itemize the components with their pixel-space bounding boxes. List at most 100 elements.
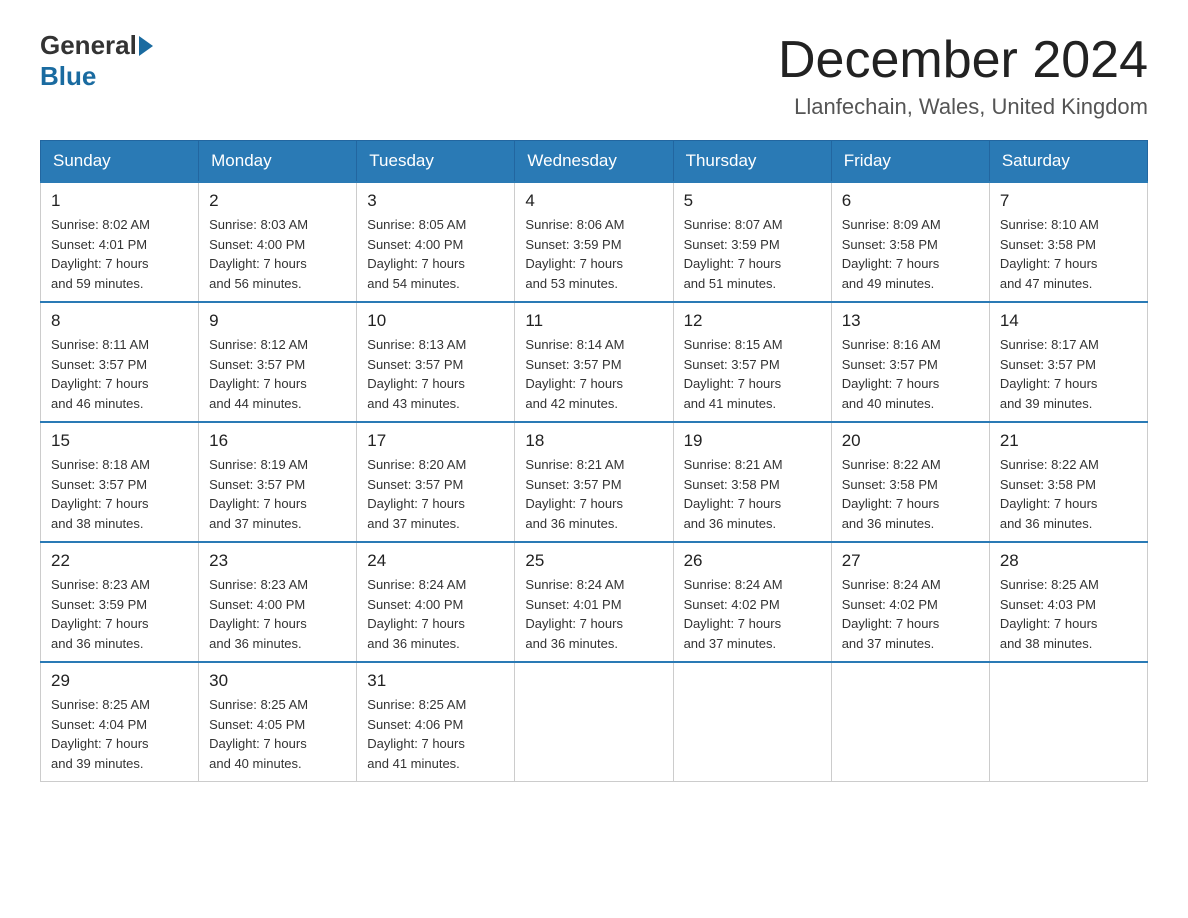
day-info: Sunrise: 8:03 AM Sunset: 4:00 PM Dayligh… xyxy=(209,215,346,293)
day-number: 29 xyxy=(51,671,188,691)
day-number: 26 xyxy=(684,551,821,571)
day-info: Sunrise: 8:22 AM Sunset: 3:58 PM Dayligh… xyxy=(842,455,979,533)
day-number: 25 xyxy=(525,551,662,571)
calendar-cell: 19 Sunrise: 8:21 AM Sunset: 3:58 PM Dayl… xyxy=(673,422,831,542)
calendar-cell: 8 Sunrise: 8:11 AM Sunset: 3:57 PM Dayli… xyxy=(41,302,199,422)
day-info: Sunrise: 8:09 AM Sunset: 3:58 PM Dayligh… xyxy=(842,215,979,293)
day-info: Sunrise: 8:06 AM Sunset: 3:59 PM Dayligh… xyxy=(525,215,662,293)
day-info: Sunrise: 8:22 AM Sunset: 3:58 PM Dayligh… xyxy=(1000,455,1137,533)
day-number: 24 xyxy=(367,551,504,571)
calendar-cell: 23 Sunrise: 8:23 AM Sunset: 4:00 PM Dayl… xyxy=(199,542,357,662)
day-info: Sunrise: 8:24 AM Sunset: 4:02 PM Dayligh… xyxy=(842,575,979,653)
day-info: Sunrise: 8:25 AM Sunset: 4:06 PM Dayligh… xyxy=(367,695,504,773)
logo-blue-text: Blue xyxy=(40,61,96,91)
day-info: Sunrise: 8:11 AM Sunset: 3:57 PM Dayligh… xyxy=(51,335,188,413)
day-info: Sunrise: 8:24 AM Sunset: 4:02 PM Dayligh… xyxy=(684,575,821,653)
calendar-cell: 4 Sunrise: 8:06 AM Sunset: 3:59 PM Dayli… xyxy=(515,182,673,302)
day-info: Sunrise: 8:17 AM Sunset: 3:57 PM Dayligh… xyxy=(1000,335,1137,413)
day-info: Sunrise: 8:14 AM Sunset: 3:57 PM Dayligh… xyxy=(525,335,662,413)
day-info: Sunrise: 8:25 AM Sunset: 4:05 PM Dayligh… xyxy=(209,695,346,773)
day-number: 11 xyxy=(525,311,662,331)
day-number: 4 xyxy=(525,191,662,211)
day-number: 20 xyxy=(842,431,979,451)
week-row: 1 Sunrise: 8:02 AM Sunset: 4:01 PM Dayli… xyxy=(41,182,1148,302)
calendar-cell: 3 Sunrise: 8:05 AM Sunset: 4:00 PM Dayli… xyxy=(357,182,515,302)
day-number: 14 xyxy=(1000,311,1137,331)
day-number: 3 xyxy=(367,191,504,211)
day-number: 10 xyxy=(367,311,504,331)
day-of-week-header: Wednesday xyxy=(515,141,673,183)
calendar-cell: 10 Sunrise: 8:13 AM Sunset: 3:57 PM Dayl… xyxy=(357,302,515,422)
day-of-week-header: Thursday xyxy=(673,141,831,183)
calendar-cell: 17 Sunrise: 8:20 AM Sunset: 3:57 PM Dayl… xyxy=(357,422,515,542)
calendar-cell: 9 Sunrise: 8:12 AM Sunset: 3:57 PM Dayli… xyxy=(199,302,357,422)
day-number: 9 xyxy=(209,311,346,331)
day-info: Sunrise: 8:25 AM Sunset: 4:03 PM Dayligh… xyxy=(1000,575,1137,653)
calendar-cell: 13 Sunrise: 8:16 AM Sunset: 3:57 PM Dayl… xyxy=(831,302,989,422)
calendar-cell xyxy=(989,662,1147,782)
day-of-week-header: Friday xyxy=(831,141,989,183)
calendar-cell: 26 Sunrise: 8:24 AM Sunset: 4:02 PM Dayl… xyxy=(673,542,831,662)
week-row: 29 Sunrise: 8:25 AM Sunset: 4:04 PM Dayl… xyxy=(41,662,1148,782)
calendar-cell: 1 Sunrise: 8:02 AM Sunset: 4:01 PM Dayli… xyxy=(41,182,199,302)
calendar-cell: 16 Sunrise: 8:19 AM Sunset: 3:57 PM Dayl… xyxy=(199,422,357,542)
day-info: Sunrise: 8:24 AM Sunset: 4:01 PM Dayligh… xyxy=(525,575,662,653)
day-number: 30 xyxy=(209,671,346,691)
day-number: 28 xyxy=(1000,551,1137,571)
day-info: Sunrise: 8:13 AM Sunset: 3:57 PM Dayligh… xyxy=(367,335,504,413)
header-row: SundayMondayTuesdayWednesdayThursdayFrid… xyxy=(41,141,1148,183)
calendar-cell: 7 Sunrise: 8:10 AM Sunset: 3:58 PM Dayli… xyxy=(989,182,1147,302)
day-info: Sunrise: 8:16 AM Sunset: 3:57 PM Dayligh… xyxy=(842,335,979,413)
calendar-cell: 6 Sunrise: 8:09 AM Sunset: 3:58 PM Dayli… xyxy=(831,182,989,302)
day-number: 23 xyxy=(209,551,346,571)
month-title: December 2024 xyxy=(778,30,1148,90)
day-info: Sunrise: 8:23 AM Sunset: 4:00 PM Dayligh… xyxy=(209,575,346,653)
day-number: 7 xyxy=(1000,191,1137,211)
calendar-cell: 31 Sunrise: 8:25 AM Sunset: 4:06 PM Dayl… xyxy=(357,662,515,782)
calendar-cell: 18 Sunrise: 8:21 AM Sunset: 3:57 PM Dayl… xyxy=(515,422,673,542)
day-info: Sunrise: 8:02 AM Sunset: 4:01 PM Dayligh… xyxy=(51,215,188,293)
day-of-week-header: Saturday xyxy=(989,141,1147,183)
calendar-cell xyxy=(831,662,989,782)
day-info: Sunrise: 8:24 AM Sunset: 4:00 PM Dayligh… xyxy=(367,575,504,653)
day-info: Sunrise: 8:05 AM Sunset: 4:00 PM Dayligh… xyxy=(367,215,504,293)
week-row: 8 Sunrise: 8:11 AM Sunset: 3:57 PM Dayli… xyxy=(41,302,1148,422)
day-info: Sunrise: 8:10 AM Sunset: 3:58 PM Dayligh… xyxy=(1000,215,1137,293)
day-number: 5 xyxy=(684,191,821,211)
calendar-cell xyxy=(673,662,831,782)
day-info: Sunrise: 8:20 AM Sunset: 3:57 PM Dayligh… xyxy=(367,455,504,533)
calendar-cell: 14 Sunrise: 8:17 AM Sunset: 3:57 PM Dayl… xyxy=(989,302,1147,422)
day-of-week-header: Monday xyxy=(199,141,357,183)
day-info: Sunrise: 8:19 AM Sunset: 3:57 PM Dayligh… xyxy=(209,455,346,533)
day-of-week-header: Tuesday xyxy=(357,141,515,183)
day-info: Sunrise: 8:18 AM Sunset: 3:57 PM Dayligh… xyxy=(51,455,188,533)
logo-general-text: General xyxy=(40,30,137,61)
day-number: 12 xyxy=(684,311,821,331)
day-number: 18 xyxy=(525,431,662,451)
day-number: 1 xyxy=(51,191,188,211)
page-header: General Blue December 2024 Llanfechain, … xyxy=(40,30,1148,120)
calendar-cell: 2 Sunrise: 8:03 AM Sunset: 4:00 PM Dayli… xyxy=(199,182,357,302)
day-number: 2 xyxy=(209,191,346,211)
calendar-table: SundayMondayTuesdayWednesdayThursdayFrid… xyxy=(40,140,1148,782)
day-number: 27 xyxy=(842,551,979,571)
calendar-cell: 11 Sunrise: 8:14 AM Sunset: 3:57 PM Dayl… xyxy=(515,302,673,422)
day-number: 15 xyxy=(51,431,188,451)
calendar-cell: 20 Sunrise: 8:22 AM Sunset: 3:58 PM Dayl… xyxy=(831,422,989,542)
calendar-cell: 15 Sunrise: 8:18 AM Sunset: 3:57 PM Dayl… xyxy=(41,422,199,542)
day-info: Sunrise: 8:12 AM Sunset: 3:57 PM Dayligh… xyxy=(209,335,346,413)
calendar-cell: 25 Sunrise: 8:24 AM Sunset: 4:01 PM Dayl… xyxy=(515,542,673,662)
calendar-cell: 29 Sunrise: 8:25 AM Sunset: 4:04 PM Dayl… xyxy=(41,662,199,782)
day-number: 8 xyxy=(51,311,188,331)
day-info: Sunrise: 8:21 AM Sunset: 3:58 PM Dayligh… xyxy=(684,455,821,533)
calendar-cell: 30 Sunrise: 8:25 AM Sunset: 4:05 PM Dayl… xyxy=(199,662,357,782)
logo-arrow-icon xyxy=(139,36,153,56)
calendar-cell: 22 Sunrise: 8:23 AM Sunset: 3:59 PM Dayl… xyxy=(41,542,199,662)
day-info: Sunrise: 8:25 AM Sunset: 4:04 PM Dayligh… xyxy=(51,695,188,773)
week-row: 15 Sunrise: 8:18 AM Sunset: 3:57 PM Dayl… xyxy=(41,422,1148,542)
day-info: Sunrise: 8:07 AM Sunset: 3:59 PM Dayligh… xyxy=(684,215,821,293)
day-number: 13 xyxy=(842,311,979,331)
day-info: Sunrise: 8:15 AM Sunset: 3:57 PM Dayligh… xyxy=(684,335,821,413)
calendar-cell: 27 Sunrise: 8:24 AM Sunset: 4:02 PM Dayl… xyxy=(831,542,989,662)
day-number: 6 xyxy=(842,191,979,211)
